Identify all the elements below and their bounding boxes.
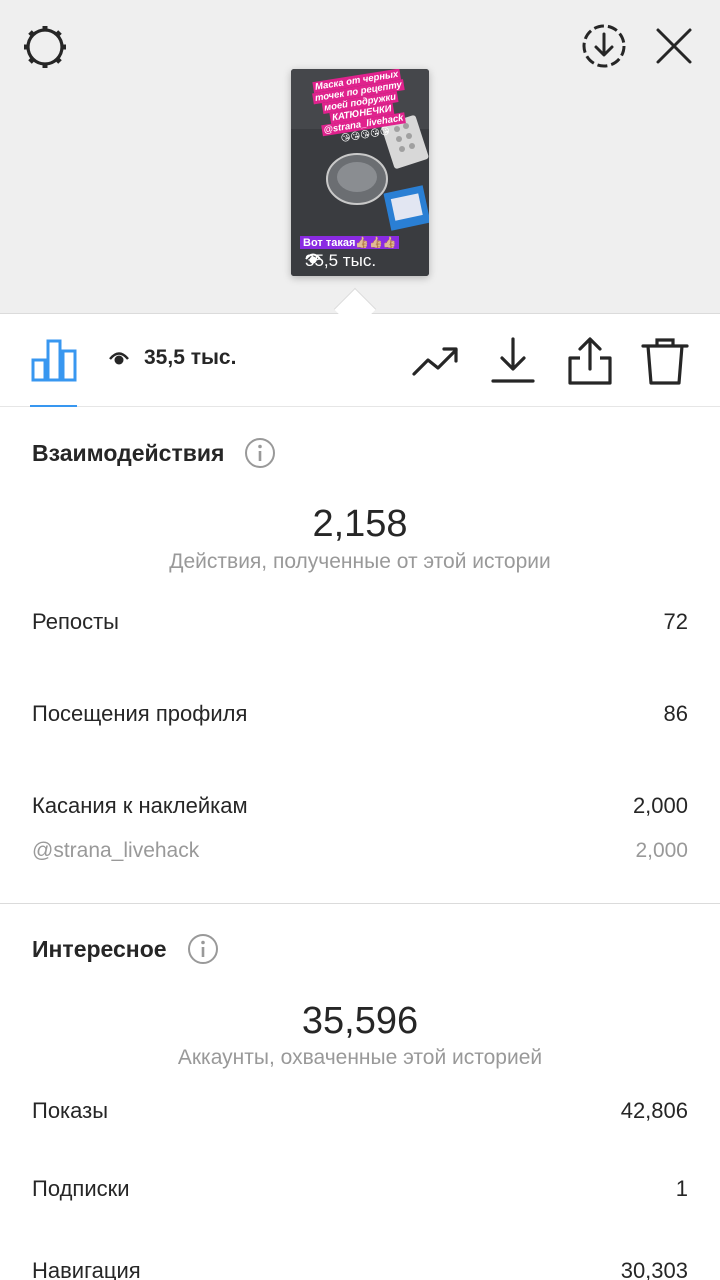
sticker-mention-label: @strana_livehack bbox=[32, 839, 200, 862]
eye-icon bbox=[305, 253, 321, 264]
stat-row-reposts: Репосты 72 bbox=[32, 609, 688, 635]
stat-row-navigation: Навигация 30,303 bbox=[32, 1258, 688, 1280]
interactions-total: 2,158 bbox=[312, 503, 408, 545]
stat-label: Навигация bbox=[32, 1258, 141, 1280]
stat-value: 72 bbox=[663, 609, 688, 634]
stat-row-profile-visits: Посещения профиля 86 bbox=[32, 701, 688, 727]
interactions-subtitle: Действия, полученные от этой истории bbox=[169, 550, 551, 573]
stat-label: Касания к наклейкам bbox=[32, 793, 248, 818]
download-icon[interactable] bbox=[488, 336, 538, 386]
story-thumbnail[interactable]: Маска от черных точек по рецепту моей по… bbox=[291, 69, 429, 276]
stat-value: 42,806 bbox=[620, 1098, 688, 1123]
trash-icon[interactable] bbox=[640, 336, 690, 386]
section-divider bbox=[0, 903, 720, 904]
stat-label: Посещения профиля bbox=[32, 701, 248, 726]
stat-value: 30,303 bbox=[620, 1258, 688, 1280]
interactions-title: Взаимодействия bbox=[32, 439, 225, 466]
insights-bar-chart-icon[interactable] bbox=[30, 338, 78, 382]
stat-row-sticker-taps: Касания к наклейкам 2,000 bbox=[32, 793, 688, 819]
viewers-count-label: 35,5 тыс. bbox=[144, 346, 237, 369]
info-icon[interactable] bbox=[187, 933, 219, 965]
stat-label: Показы bbox=[32, 1098, 109, 1123]
stat-value: 2,000 bbox=[632, 793, 688, 818]
discovery-subtitle: Аккаунты, охваченные этой историей bbox=[177, 1046, 543, 1069]
stat-label: Подписки bbox=[32, 1176, 130, 1201]
save-to-archive-icon[interactable] bbox=[580, 22, 628, 70]
active-tab-indicator bbox=[30, 405, 77, 407]
promote-trend-icon[interactable] bbox=[410, 336, 460, 386]
stat-row-sticker-mention[interactable]: @strana_livehack 2,000 bbox=[32, 839, 688, 863]
stat-value: 1 bbox=[675, 1176, 688, 1201]
gear-icon[interactable] bbox=[20, 22, 70, 72]
stat-label: Репосты bbox=[32, 609, 119, 634]
eye-icon bbox=[109, 352, 129, 365]
story-bottom-text: Вот такая👍🏼👍🏼👍🏼 bbox=[300, 236, 400, 249]
discovery-total: 35,596 bbox=[301, 1000, 419, 1042]
viewers-count[interactable]: 35,5 тыс. bbox=[108, 346, 236, 370]
interactions-header: Взаимодействия bbox=[32, 437, 276, 469]
info-icon[interactable] bbox=[244, 437, 276, 469]
discovery-header: Интересное bbox=[32, 933, 219, 965]
story-views: 35,5 тыс. bbox=[305, 251, 377, 270]
share-icon[interactable] bbox=[565, 336, 615, 386]
close-icon[interactable] bbox=[652, 24, 696, 68]
discovery-title: Интересное bbox=[32, 935, 167, 962]
stat-value: 86 bbox=[663, 701, 688, 726]
stat-row-follows: Подписки 1 bbox=[32, 1176, 688, 1202]
stat-row-impressions: Показы 42,806 bbox=[32, 1098, 688, 1124]
sticker-mention-value: 2,000 bbox=[635, 839, 688, 862]
